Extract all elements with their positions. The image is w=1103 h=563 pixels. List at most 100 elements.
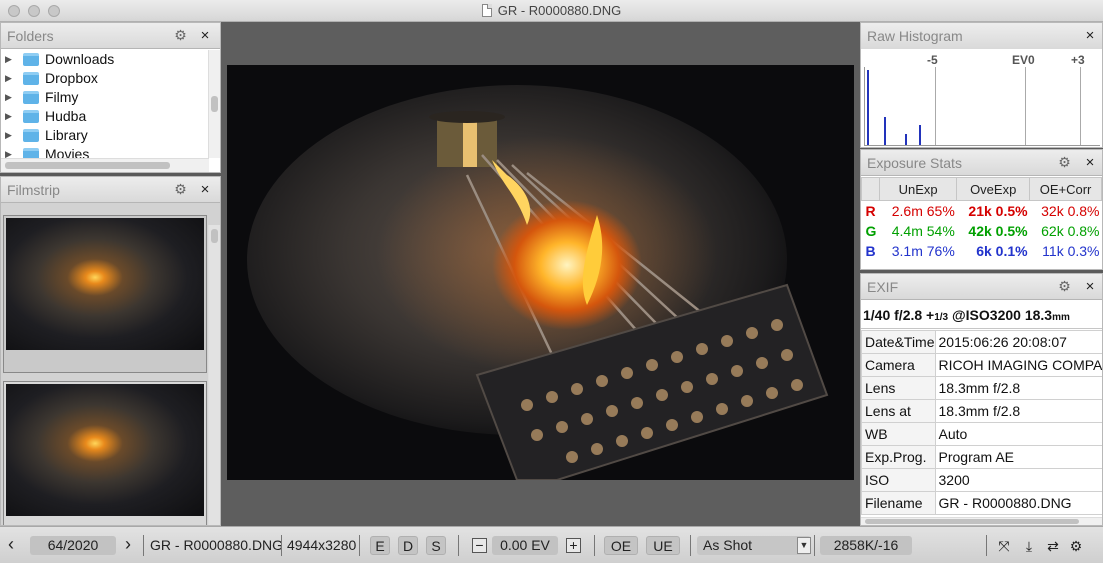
folders-horizontal-scrollbar[interactable] (1, 158, 209, 172)
histogram-label-plus3: +3 (1071, 53, 1085, 67)
histogram-label-ev0: EV0 (1012, 53, 1035, 67)
ev-decrease-button[interactable]: − (472, 538, 487, 553)
thumbnail-image (6, 384, 204, 516)
exposure-stats-header: Exposure Stats ⚙ × (861, 150, 1102, 176)
thumbnail-image (6, 218, 204, 350)
close-icon[interactable]: × (1083, 274, 1097, 300)
white-balance-select[interactable]: As Shot ▼ (697, 536, 811, 555)
image-dimensions: 4944x3280 (287, 537, 357, 553)
histogram-bar (884, 117, 886, 145)
previous-image-button[interactable]: ‹ (8, 535, 14, 555)
ev-value-field[interactable]: 0.00 EV (492, 536, 558, 555)
close-icon[interactable]: × (1083, 23, 1097, 49)
folders-panel-title: Folders (7, 28, 54, 44)
overexposure-toggle-button[interactable]: OE (604, 536, 638, 555)
exposure-stats-panel: Exposure Stats ⚙ × UnExp OveExp OE+Corr … (860, 149, 1103, 270)
column-header-oecorr: OE+Corr (1029, 177, 1102, 201)
gear-icon[interactable]: ⚙ (173, 28, 188, 43)
exif-panel-title: EXIF (867, 279, 899, 295)
toolbar-separator (814, 535, 815, 556)
exif-horizontal-scrollbar[interactable] (861, 517, 1102, 525)
filmstrip-panel: Filmstrip ⚙ × (0, 176, 221, 526)
filmstrip-thumbnail-selected[interactable] (3, 215, 207, 373)
folder-icon (23, 110, 39, 123)
filmstrip-panel-header: Filmstrip ⚙ × (1, 177, 220, 203)
settings-gear-icon[interactable]: ⚙ (1067, 537, 1085, 555)
s-toggle-button[interactable]: S (426, 536, 446, 555)
exif-row: Filename GR - R0000880.DNG (861, 491, 1102, 515)
toolbar-separator (143, 535, 144, 556)
exif-hscroll-thumb[interactable] (865, 519, 1079, 524)
folder-item-library[interactable]: ▶ Library (1, 126, 208, 145)
expand-triangle-icon[interactable]: ▶ (5, 126, 12, 145)
exif-row: Exp.Prog. Program AE (861, 445, 1102, 469)
exif-row: Date&Time 2015:06:26 20:08:07 (861, 330, 1102, 354)
folder-item-filmy[interactable]: ▶ Filmy (1, 88, 208, 107)
expand-triangle-icon[interactable]: ▶ (5, 50, 12, 69)
underexposure-toggle-button[interactable]: UE (646, 536, 680, 555)
histogram-bar (905, 134, 907, 145)
exif-row: ISO 3200 (861, 468, 1102, 492)
histogram-label-minus5: -5 (927, 53, 938, 67)
gear-icon[interactable]: ⚙ (173, 182, 188, 197)
expand-triangle-icon[interactable]: ▶ (5, 69, 12, 88)
main-photo[interactable] (227, 65, 854, 480)
d-toggle-button[interactable]: D (398, 536, 418, 555)
exif-row: Lens 18.3mm f/2.8 (861, 376, 1102, 400)
expand-triangle-icon[interactable]: ▶ (5, 107, 12, 126)
histogram-gridline (935, 67, 936, 145)
toolbar-separator (281, 535, 282, 556)
histogram-chart (864, 67, 1100, 146)
ev-increase-button[interactable]: + (566, 538, 581, 553)
folder-icon (23, 129, 39, 142)
histogram-panel-title: Raw Histogram (867, 28, 963, 44)
filmstrip-scroll-thumb[interactable] (211, 229, 218, 243)
image-viewer[interactable] (221, 22, 860, 526)
histogram-bar (867, 70, 869, 145)
close-icon[interactable]: × (1083, 150, 1097, 176)
filmstrip-scrollbar[interactable] (208, 225, 220, 525)
download-icon[interactable]: ⤓ (1020, 537, 1038, 555)
stats-row-red: R 2.6m 65% 21k 0.5% 32k 0.8% (865, 202, 1100, 219)
folders-scroll-thumb[interactable] (211, 96, 218, 112)
raw-value-readout: 2858K/-16 (820, 536, 912, 555)
histogram-panel-header: Raw Histogram × (861, 23, 1102, 49)
expand-triangle-icon[interactable]: ▶ (5, 88, 12, 107)
e-toggle-button[interactable]: E (370, 536, 390, 555)
document-icon (481, 4, 492, 17)
exif-summary: 1/40 f/2.8 +1/3 @ISO3200 18.3mm (861, 301, 1102, 329)
bottom-toolbar: ‹ 64/2020 › GR - R0000880.DNG 4944x3280 … (0, 526, 1103, 563)
image-counter[interactable]: 64/2020 (30, 536, 116, 555)
filmstrip-thumbnail[interactable] (3, 381, 207, 525)
column-header-unexp: UnExp (878, 177, 958, 201)
next-image-button[interactable]: › (125, 535, 131, 555)
folders-vertical-scrollbar[interactable] (208, 50, 220, 158)
gear-icon[interactable]: ⚙ (1057, 279, 1072, 294)
toolbar-separator (458, 535, 459, 556)
folder-item-dropbox[interactable]: ▶ Dropbox (1, 69, 208, 88)
collapse-arrows-icon[interactable]: ⤧ (995, 537, 1013, 555)
swap-arrows-icon[interactable]: ⇄ (1044, 537, 1062, 555)
folder-icon (23, 91, 39, 104)
stats-row-blue: B 3.1m 76% 6k 0.1% 11k 0.3% (865, 242, 1100, 259)
folder-item-hudba[interactable]: ▶ Hudba (1, 107, 208, 126)
folder-icon (23, 53, 39, 66)
folder-list: ▶ Downloads ▶ Dropbox ▶ Filmy ▶ Hudba ▶ Libra… (1, 50, 208, 158)
column-header-oveexp: OveExp (956, 177, 1031, 201)
folders-hscroll-thumb[interactable] (5, 162, 170, 169)
close-icon[interactable]: × (198, 23, 212, 49)
close-icon[interactable]: × (198, 177, 212, 203)
toolbar-separator (359, 535, 360, 556)
window-title: GR - R0000880.DNG (0, 3, 1103, 18)
title-bar: GR - R0000880.DNG (0, 0, 1103, 22)
folder-item-movies[interactable]: ▶ Movies (1, 145, 208, 158)
histogram-bar (919, 125, 921, 145)
folder-item-downloads[interactable]: ▶ Downloads (1, 50, 208, 69)
gear-icon[interactable]: ⚙ (1057, 155, 1072, 170)
exif-row: CameraRICOH IMAGING COMPANY (861, 353, 1102, 377)
histogram-gridline (1025, 67, 1026, 145)
folders-panel-header: Folders ⚙ × (1, 23, 220, 49)
chevron-down-icon[interactable]: ▼ (797, 537, 811, 554)
expand-triangle-icon[interactable]: ▶ (5, 145, 12, 158)
photo-image (227, 65, 854, 480)
